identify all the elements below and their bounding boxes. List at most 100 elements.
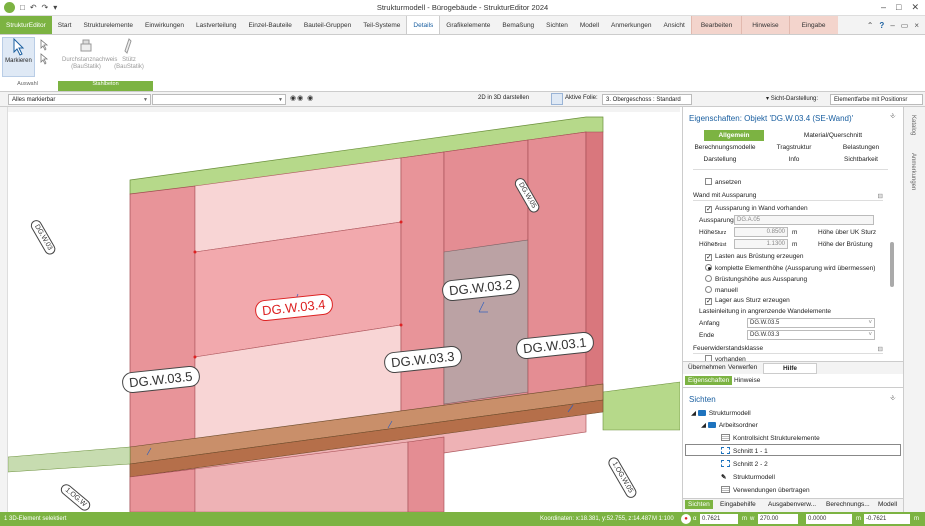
sicht-darstellung-combo[interactable]: Elementfarbe mit Positionsr (830, 94, 923, 105)
wall-opening-dark[interactable] (443, 239, 529, 405)
tab-strukturedtior[interactable]: StrukturEditor (0, 16, 52, 34)
toggle-2d3d-icon[interactable] (551, 93, 563, 105)
durchstanznachweis-button[interactable]: Durchstanznachweis (BauStatik) (62, 37, 117, 71)
sichten-pin-icon[interactable]: ⎀ (890, 395, 896, 403)
tab-teil-systeme[interactable]: Teil-Systeme (357, 16, 406, 34)
minimize-icon[interactable]: – (881, 2, 886, 13)
section-wand-aussparung[interactable]: Wand mit Aussparung ⊟ (693, 190, 883, 201)
tab-tragstruktur[interactable]: Tragstruktur (763, 144, 825, 151)
status-v2-field[interactable]: -0.7621 (864, 514, 910, 524)
tab-sichtbarkeit[interactable]: Sichtbarkeit (831, 156, 891, 163)
btab-modell[interactable]: Modell (875, 500, 900, 509)
ansetzen-checkbox[interactable] (705, 178, 712, 185)
wall-dg-w-03-1[interactable] (527, 131, 587, 403)
wall-dg-w-03-3-pier[interactable] (400, 151, 445, 418)
tab-material[interactable]: Material/Querschnitt (778, 132, 888, 139)
markieren-button[interactable]: Markieren (2, 37, 35, 77)
side-tab-anmerkungen[interactable]: Anmerkungen (910, 153, 916, 190)
tab-darstellung[interactable]: Darstellung (689, 156, 751, 163)
mini-restore-icon[interactable]: ▭ (901, 21, 909, 30)
anfang-combo[interactable]: DG.W.03.5 ˅ (747, 318, 875, 328)
3d-viewport[interactable]: DG.W.03.4 DG.W.03.2 DG.W.03.3 DG.W.03.1 … (8, 112, 680, 512)
tab-anmerkungen[interactable]: Anmerkungen (605, 16, 657, 34)
maximize-icon[interactable]: □ (896, 2, 901, 13)
right-slab[interactable] (602, 381, 680, 431)
lasten-bruestung-row[interactable]: ✓ Lasten aus Brüstung erzeugen (705, 253, 804, 261)
tab-allgemein[interactable]: Allgemein (704, 130, 764, 141)
btab-berechnungs[interactable]: Berechnungs... (823, 500, 873, 509)
aussparung-vorhanden-row[interactable]: ✓ Aussparung in Wand vorhanden (705, 205, 808, 213)
collapse-ribbon-icon[interactable]: ⌃ (867, 21, 874, 30)
lager-sturz-row[interactable]: ✓ Lager aus Sturz erzeugen (705, 297, 790, 305)
lager-checkbox[interactable]: ✓ (705, 298, 712, 305)
collapse-icon[interactable]: ⊟ (878, 192, 883, 200)
hilfe-button[interactable]: Hilfe (763, 363, 817, 374)
tree-item-schnitt-2[interactable]: Schnitt 2 - 2 (721, 460, 768, 468)
section-feuerwiderstand[interactable]: Feuerwiderstandsklasse ⊟ (693, 343, 883, 354)
tab-bauteil-gruppen[interactable]: Bauteil-Gruppen (298, 16, 357, 34)
aussparung-checkbox[interactable]: ✓ (705, 206, 712, 213)
tab-details[interactable]: Details (406, 16, 441, 34)
subtab-eigenschaften[interactable]: Eigenschaften (685, 376, 733, 385)
left-slab-band[interactable] (8, 446, 131, 473)
mini-close-icon[interactable]: × (914, 21, 919, 30)
mini-minimize-icon[interactable]: – (890, 21, 894, 30)
second-combo[interactable]: ▼ (152, 94, 286, 105)
radio-komplett[interactable] (705, 264, 712, 271)
tree-item-schnitt-1[interactable]: Schnitt 1 - 1 (721, 447, 768, 455)
cursor-small-button[interactable] (37, 39, 51, 69)
selection-filter-combo[interactable]: Alles markierbar ▼ (8, 94, 151, 105)
status-v1-field[interactable]: 0.0000 (806, 514, 852, 524)
stuetz-button[interactable]: Stütz (BauStatik) (114, 37, 144, 71)
side-tab-katalog[interactable]: Katalog (910, 115, 916, 135)
btab-ausgabenverw[interactable]: Ausgabenverw... (765, 500, 819, 509)
tree-item-arbeitsordner[interactable]: ◢ Arbeitsordner (701, 421, 758, 429)
status-w-field[interactable]: 270.00 (758, 514, 798, 524)
tab-bemassung[interactable]: Bemaßung (496, 16, 540, 34)
tab-bearbeiten[interactable]: Bearbeiten (690, 16, 742, 34)
collapse-icon[interactable]: ⊟ (878, 345, 883, 353)
ansetzen-row[interactable]: ansetzen (705, 178, 741, 186)
tab-einzel-bauteile[interactable]: Einzel-Bauteile (243, 16, 298, 34)
binocular-icons[interactable]: ◉◉ ◉ (290, 94, 314, 102)
tab-lastverteilung[interactable]: Lastverteilung (190, 16, 242, 34)
radio-manuell-row[interactable]: manuell (705, 286, 738, 294)
tab-strukturelemente[interactable]: Strukturelemente (77, 16, 139, 34)
lower-wall-pier[interactable] (407, 436, 445, 512)
aktive-folie-combo[interactable]: 3. Obergeschoss : Standard (602, 94, 692, 105)
status-record-icon[interactable]: ● (681, 514, 691, 524)
radio-komplett-row[interactable]: komplette Elementhöhe (Aussparung wird ü… (705, 264, 875, 272)
verwerfen-button[interactable]: Verwerfen (725, 363, 760, 372)
btab-sichten[interactable]: Sichten (685, 500, 713, 509)
radio-manuell[interactable] (705, 286, 712, 293)
tab-sichten[interactable]: Sichten (540, 16, 574, 34)
tree-item-strukturmodell-view[interactable]: ✎ Strukturmodell (721, 473, 775, 481)
subtab-hinweise[interactable]: Hinweise (731, 376, 763, 385)
tab-belastungen[interactable]: Belastungen (831, 144, 891, 151)
3d-model-canvas[interactable] (8, 112, 680, 512)
tab-einwirkungen[interactable]: Einwirkungen (139, 16, 190, 34)
tab-berechnungsmodelle[interactable]: Berechnungsmodelle (689, 144, 761, 151)
tab-info[interactable]: Info (763, 156, 825, 163)
tab-start[interactable]: Start (52, 16, 78, 34)
hoehe-brust-field[interactable]: 1.1300 (734, 239, 788, 249)
status-scale[interactable]: M 1:100 (652, 516, 674, 522)
tab-hinweise[interactable]: Hinweise (741, 16, 789, 34)
tab-ansicht[interactable]: Ansicht (658, 16, 691, 34)
close-icon[interactable]: ✕ (911, 2, 919, 13)
uebernehmen-button[interactable]: Übernehmen (685, 363, 729, 372)
status-angle-field[interactable]: 0.7621 (700, 514, 738, 524)
tree-item-strukturmodell[interactable]: ◢ Strukturmodell (691, 409, 751, 417)
tab-grafikelemente[interactable]: Grafikelemente (440, 16, 496, 34)
radio-bruestung[interactable] (705, 275, 712, 282)
pin-icon[interactable]: ⎀ (890, 113, 896, 121)
btab-eingabehilfe[interactable]: Eingabehilfe (717, 500, 759, 509)
panel-scrollbar[interactable] (890, 242, 894, 287)
lasten-checkbox[interactable]: ✓ (705, 254, 712, 261)
ende-combo[interactable]: DG.W.03.3 ˅ (747, 330, 875, 340)
help-icon[interactable]: ? (879, 21, 884, 30)
tab-eingabe[interactable]: Eingabe (788, 16, 838, 34)
tree-item-schnitt-1-selected[interactable] (685, 444, 901, 456)
aussparung-field[interactable]: DG.A.05 (734, 215, 874, 225)
radio-bruestung-row[interactable]: Brüstungshöhe aus Aussparung (705, 275, 807, 283)
